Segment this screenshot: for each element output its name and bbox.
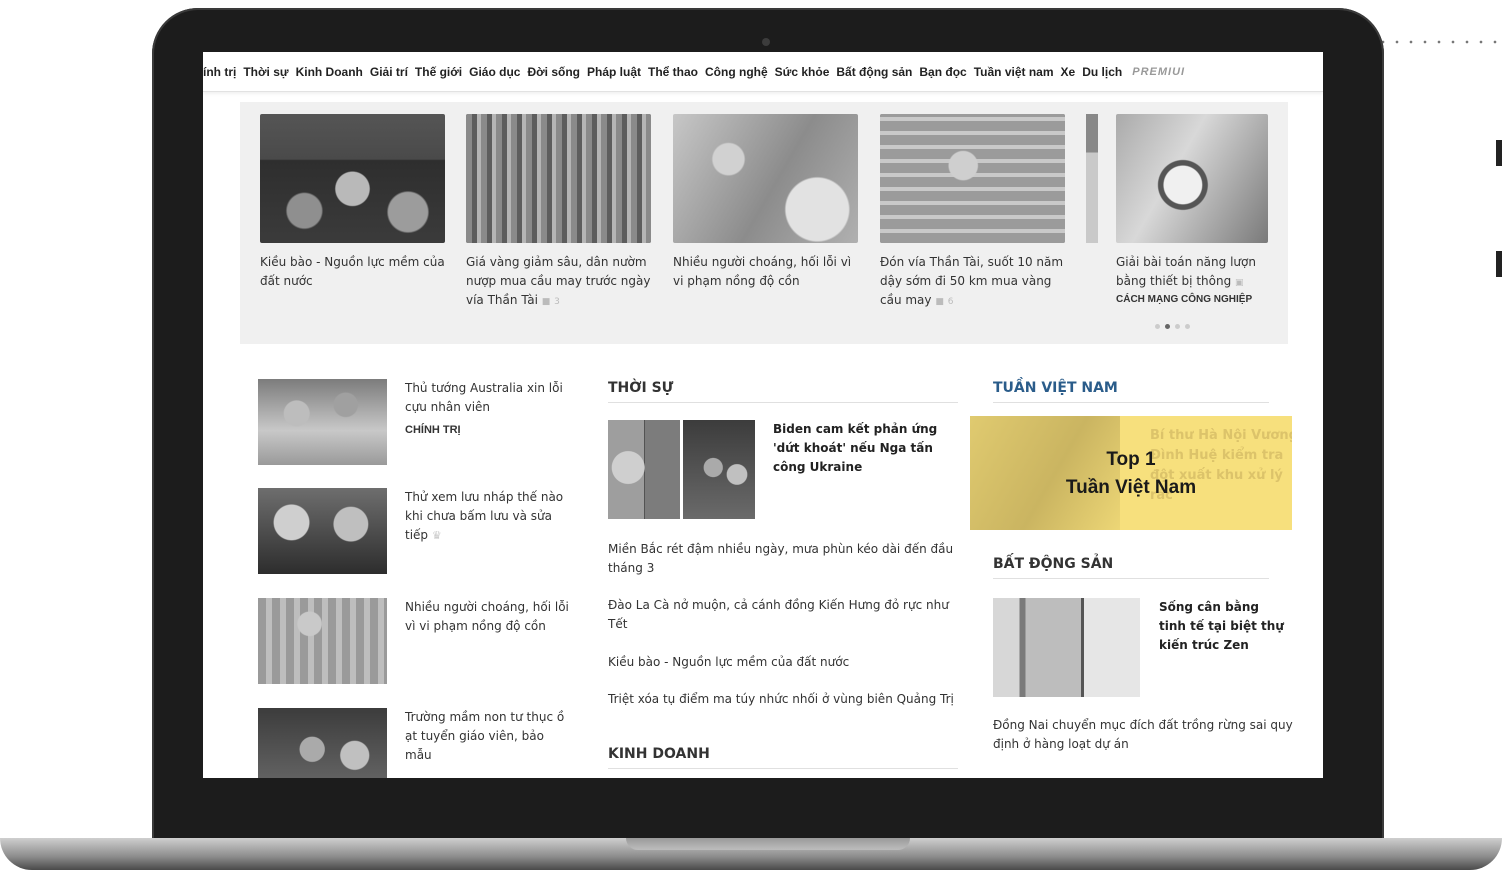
nav-item-the-thao[interactable]: Thể thao [648,65,698,79]
featured-title[interactable]: Giải bài toán năng lượn bằng thiết bị th… [1116,253,1268,293]
carousel-partial-thumbnail [1086,114,1098,243]
top-story-banner[interactable]: Bí thư Hà Nội Vương Đình Huệ kiểm tra độ… [970,416,1292,530]
featured-thumbnail[interactable] [1116,114,1268,243]
news-link[interactable]: Đồng Nai chuyển mục đích đất trồng rừng … [993,716,1293,754]
carousel-pagination [1155,324,1190,329]
comment-icon: ▣ [1235,278,1244,288]
featured-card[interactable]: Nhiều người choáng, hối lỗi vì vi phạm n… [673,114,858,291]
featured-thumbnail[interactable] [673,114,858,243]
laptop-notch [626,838,910,850]
nav-item-tuan-viet-nam[interactable]: Tuần việt nam [974,65,1054,79]
lead-story[interactable]: Biden cam kết phản ứng 'dứt khoát' nếu N… [608,420,958,520]
featured-card[interactable]: Giá vàng giảm sâu, dân nườm nượp mua cầu… [466,114,651,312]
list-item[interactable]: Nhiều người choáng, hối lỗi vì vi phạm n… [258,598,578,688]
nav-item-du-lich[interactable]: Du lịch [1082,65,1122,79]
list-thumbnail[interactable] [258,598,387,684]
nav-item-premium[interactable]: PREMIUI [1132,66,1185,78]
list-category[interactable]: CHÍNH TRỊ [405,421,573,440]
featured-carousel: Kiều bào - Nguồn lực mềm của đất nước Gi… [240,102,1288,344]
featured-title[interactable]: Nhiều người choáng, hối lỗi vì vi phạm n… [673,253,858,291]
comment-icon: ■ [935,297,944,307]
nav-item-ban-doc[interactable]: Bạn đọc [919,65,966,79]
category-nav: ính trị Thời sự Kinh Doanh Giải trí Thế … [203,52,1323,92]
featured-card[interactable]: Đón vía Thần Tài, suốt 10 năm dậy sớm đi… [880,114,1065,312]
featured-title[interactable]: Đón vía Thần Tài, suốt 10 năm dậy sớm đi… [880,253,1065,312]
featured-category[interactable]: CÁCH MẠNG CÔNG NGHIỆP [1116,294,1268,305]
list-title[interactable]: Trường mầm non tư thục ồ ạt tuyển giáo v… [405,708,573,765]
nav-item-giao-duc[interactable]: Giáo dục [469,65,520,79]
lead-thumbnail[interactable] [993,598,1140,697]
list-thumbnail[interactable] [258,488,387,574]
nav-item-bat-dong-san[interactable]: Bất động sản [836,65,912,79]
section-heading-thoi-su[interactable]: THỜI SỰ [608,380,958,403]
browser-screen: ính trị Thời sự Kinh Doanh Giải trí Thế … [203,52,1323,778]
carousel-dot[interactable] [1185,324,1190,329]
lead-title[interactable]: Sống cân bằng tinh tế tại biệt thự kiến … [1159,598,1289,655]
banner-label: Top 1 Tuần Việt Nam [1065,449,1197,498]
featured-thumbnail[interactable] [260,114,445,243]
featured-thumbnail[interactable] [466,114,651,243]
nav-item-phap-luat[interactable]: Pháp luật [587,65,641,79]
news-link[interactable]: Miền Bắc rét đậm nhiều ngày, mưa phùn ké… [608,540,958,578]
list-thumbnail[interactable] [258,379,387,465]
nav-item-suc-khoe[interactable]: Sức khỏe [775,65,830,79]
list-title[interactable]: Nhiều người choáng, hối lỗi vì vi phạm n… [405,598,573,636]
featured-thumbnail[interactable] [880,114,1065,243]
section-heading-tuan-viet-nam[interactable]: TUẦN VIỆT NAM [993,380,1269,403]
featured-title[interactable]: Kiều bào - Nguồn lực mềm của đất nước [260,253,445,291]
nav-item-giai-tri[interactable]: Giải trí [370,65,408,79]
lead-story[interactable]: Sống cân bằng tinh tế tại biệt thự kiến … [993,598,1293,698]
carousel-dot-active[interactable] [1165,324,1170,329]
nav-item-the-gioi[interactable]: Thế giới [415,65,462,79]
nav-item-doi-song[interactable]: Đời sống [527,65,580,79]
nav-item-thoi-su[interactable]: Thời sự [243,65,288,79]
comment-count: 3 [554,297,560,307]
section-heading-kinh-doanh[interactable]: KINH DOANH [608,746,958,769]
nav-item-xe[interactable]: Xe [1061,65,1076,79]
section-heading-bat-dong-san[interactable]: BẤT ĐỘNG SẢN [993,556,1269,579]
comment-count: 6 [947,297,954,307]
decorative-side-mark [1496,140,1502,166]
list-item[interactable]: Thử xem lưu nháp thế nào khi chưa bấm lư… [258,488,578,578]
news-link[interactable]: Triệt xóa tụ điểm ma túy nhức nhối ở vùn… [608,690,958,709]
nav-item-chinh-tri[interactable]: ính trị [203,65,236,79]
list-thumbnail[interactable] [258,708,387,778]
webcam-icon [762,38,770,46]
nav-item-kinh-doanh[interactable]: Kinh Doanh [296,65,363,79]
featured-title[interactable]: Giá vàng giảm sâu, dân nườm nượp mua cầu… [466,253,651,312]
nav-item-cong-nghe[interactable]: Công nghệ [705,65,768,79]
carousel-dot[interactable] [1155,324,1160,329]
list-title[interactable]: Thử xem lưu nháp thế nào khi chưa bấm lư… [405,488,573,545]
news-link[interactable]: Đào La Cà nở muộn, cả cánh đồng Kiến Hưn… [608,596,958,634]
decorative-side-mark [1496,251,1502,277]
list-item[interactable]: Trường mầm non tư thục ồ ạt tuyển giáo v… [258,708,578,778]
featured-card[interactable]: Kiều bào - Nguồn lực mềm của đất nước [260,114,445,291]
list-title[interactable]: Thủ tướng Australia xin lỗi cựu nhân viê… [405,379,573,440]
list-item[interactable]: Thủ tướng Australia xin lỗi cựu nhân viê… [258,379,578,469]
news-link[interactable]: Kiều bào - Nguồn lực mềm của đất nước [608,653,958,672]
carousel-dot[interactable] [1175,324,1180,329]
featured-card[interactable]: Giải bài toán năng lượn bằng thiết bị th… [1116,114,1268,305]
premium-crown-icon: ♛ [431,529,442,542]
lead-title[interactable]: Biden cam kết phản ứng 'dứt khoát' nếu N… [773,420,948,477]
lead-thumbnail[interactable] [608,420,755,519]
comment-icon: ■ [541,297,551,307]
